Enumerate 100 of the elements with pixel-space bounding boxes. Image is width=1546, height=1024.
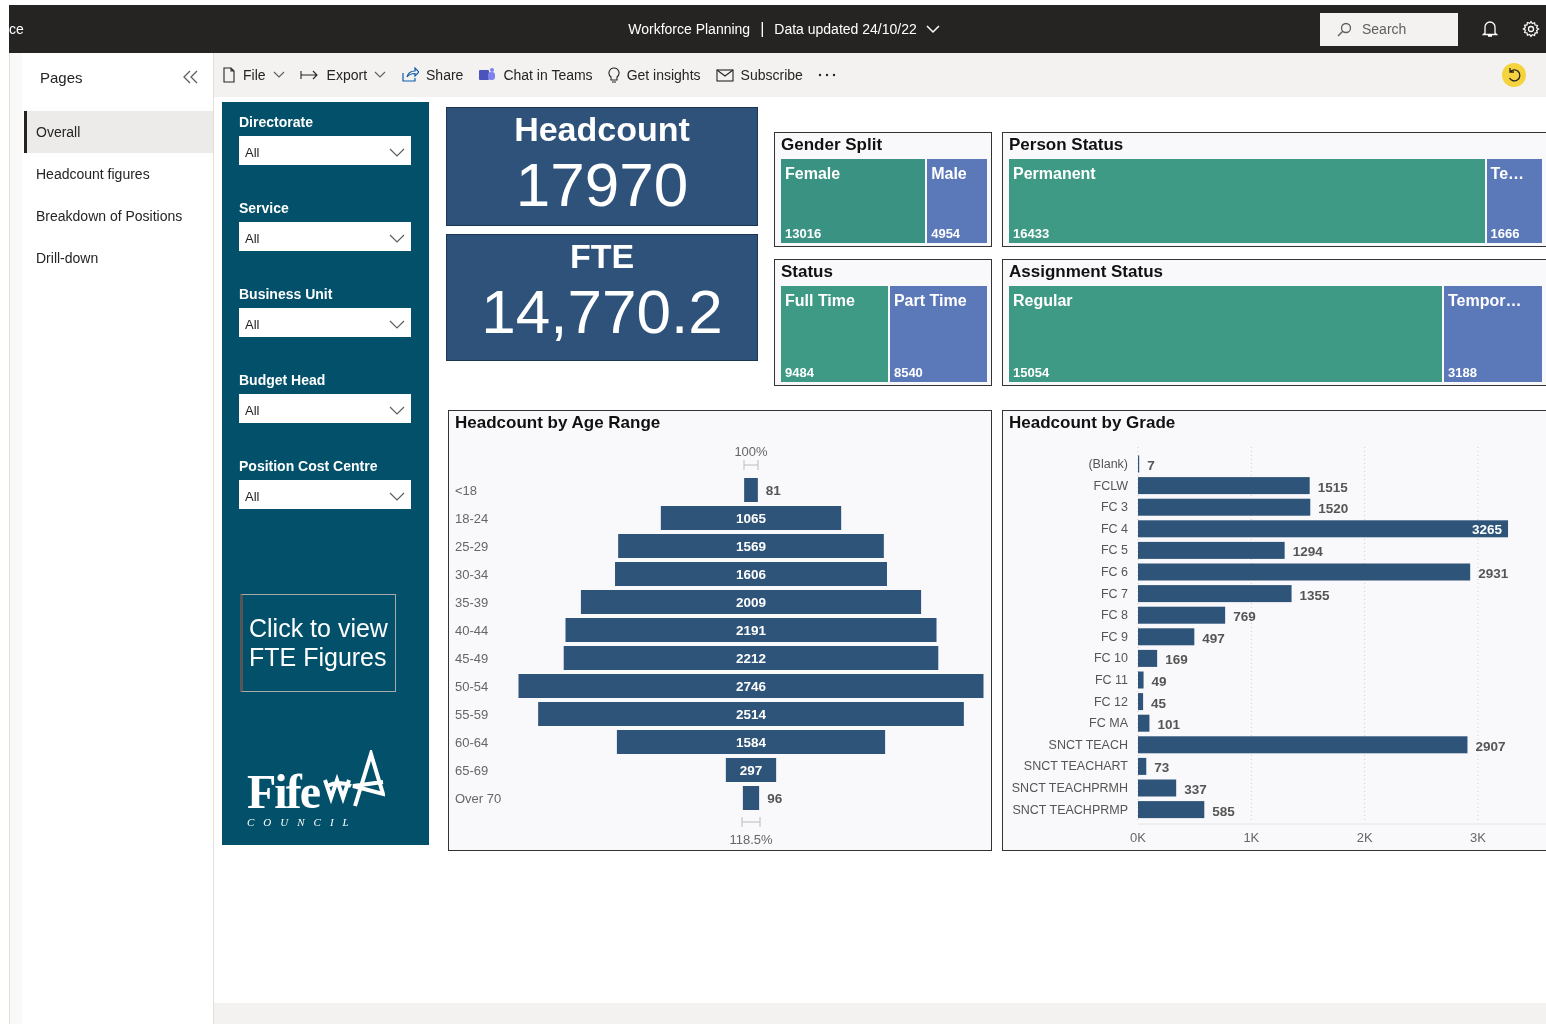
toolbar-button[interactable]: File (222, 67, 285, 83)
data-label: 1606 (736, 567, 766, 582)
data-label: 2746 (736, 679, 766, 694)
bracket-marker (741, 816, 761, 828)
axis-tick-label: 0K (1130, 830, 1146, 845)
chevron-down-icon (924, 24, 941, 34)
axis-label: 65-69 (455, 763, 489, 778)
data-label: 337 (1184, 782, 1207, 797)
page-item[interactable]: Drill-down (24, 237, 213, 279)
axis-label: FC 7 (1100, 586, 1128, 601)
funnel-bar[interactable] (725, 758, 777, 782)
panel-title: Person Status (1009, 135, 1125, 156)
data-label: 169 (1165, 652, 1188, 668)
funnel-bar[interactable] (660, 506, 842, 530)
axis-label: 45-49 (455, 651, 489, 666)
filter-dropdown[interactable]: All (239, 136, 411, 165)
axis-label: <18 (455, 483, 478, 498)
bar[interactable] (1138, 649, 1158, 667)
funnel-bar[interactable] (618, 534, 884, 558)
data-updated-dropdown[interactable]: Data updated 24/10/22 (774, 21, 941, 37)
data-label: 96 (767, 791, 783, 806)
axis-label: FC 8 (1100, 608, 1128, 623)
treemap-tile[interactable]: Te… 1666 (1486, 159, 1542, 243)
chevron-down-icon (389, 405, 405, 416)
data-label: 1294 (1292, 544, 1323, 560)
bar[interactable] (1138, 520, 1509, 538)
kpi-label: FTE (569, 237, 635, 276)
report-title: Workforce Planning (628, 21, 751, 37)
bar[interactable] (1138, 801, 1205, 819)
settings-icon[interactable] (1522, 20, 1540, 38)
search-icon (1336, 21, 1352, 38)
toolbar-button[interactable]: Chat in Teams (478, 67, 593, 83)
bar[interactable] (1138, 736, 1468, 754)
treemap-tile[interactable]: Female 13016 (781, 159, 926, 243)
data-label: 2009 (736, 595, 766, 610)
filter-dropdown[interactable]: All (239, 480, 411, 509)
toolbar-button[interactable]: Export (299, 67, 387, 83)
chevron-down-icon (374, 71, 387, 79)
page-item[interactable]: Overall (24, 111, 213, 153)
axis-label: 18-24 (455, 511, 489, 526)
more-options-icon[interactable] (817, 73, 836, 77)
bar[interactable] (1138, 563, 1471, 581)
bar[interactable] (1138, 714, 1150, 732)
chart-title: Headcount by Grade (1008, 412, 1177, 434)
bar[interactable] (1138, 606, 1226, 624)
toolbar-button[interactable]: Subscribe (715, 67, 803, 83)
treemap-tile[interactable]: Tempor… 3188 (1444, 286, 1542, 382)
envelope-icon (715, 68, 734, 82)
view-fte-button[interactable]: Click to view FTE Figures (240, 594, 396, 692)
data-label: 585 (1212, 803, 1235, 819)
data-label: 45 (1151, 695, 1167, 711)
funnel-bar[interactable] (580, 590, 922, 614)
chart-title: Headcount by Age Range (454, 412, 662, 434)
chevron-down-icon (389, 233, 405, 244)
axis-label: SNCT TEACHART (1023, 759, 1128, 774)
toolbar-button[interactable]: Share (401, 67, 464, 83)
title-separator: | (760, 20, 765, 38)
chevron-down-icon (389, 491, 405, 502)
axis-label: FCLW (1093, 478, 1128, 493)
bell-icon[interactable] (1482, 20, 1498, 38)
filter-label: Service (239, 200, 290, 216)
panel-title: Status (781, 262, 834, 283)
data-label: 2931 (1478, 566, 1509, 581)
filter-dropdown[interactable]: All (239, 222, 411, 251)
chevron-down-icon (389, 147, 405, 158)
axis-label: FC 10 (1093, 651, 1128, 666)
axis-label: FC 11 (1094, 673, 1128, 687)
axis-label: FC 3 (1100, 500, 1128, 515)
bar[interactable] (1138, 541, 1285, 559)
treemap-tile[interactable]: Male 4954 (927, 159, 987, 243)
axis-label: SNCT TEACHPRMH (1011, 781, 1128, 795)
filter-dropdown[interactable]: All (239, 308, 411, 337)
reset-icon[interactable] (1502, 63, 1526, 87)
page-item[interactable]: Breakdown of Positions (24, 195, 213, 237)
bar[interactable] (1138, 498, 1311, 516)
bar[interactable] (1138, 693, 1144, 711)
funnel-bottom-label: 118.5% (729, 832, 773, 847)
filter-dropdown[interactable]: All (239, 394, 411, 423)
bar[interactable] (1138, 779, 1177, 797)
bar[interactable] (1138, 628, 1195, 646)
bar[interactable] (1138, 757, 1147, 775)
search-field[interactable]: Search (1320, 12, 1458, 46)
funnel-bar[interactable] (616, 730, 886, 754)
axis-label: FC 4 (1100, 521, 1128, 536)
bar[interactable] (1138, 477, 1310, 495)
funnel-bar[interactable] (742, 786, 760, 810)
data-label: 1515 (1317, 479, 1348, 495)
bar[interactable] (1138, 671, 1144, 689)
data-label: 2191 (736, 623, 766, 638)
page-item[interactable]: Headcount figures (24, 153, 213, 195)
axis-label: SNCT TEACHPRMP (1012, 802, 1128, 817)
toolbar-button[interactable]: Get insights (607, 66, 701, 84)
axis-label: FC 12 (1093, 694, 1128, 709)
axis-label: 55-59 (455, 707, 489, 722)
treemap-tile[interactable]: Part Time 8540 (889, 286, 987, 382)
funnel-bar[interactable] (615, 562, 887, 586)
data-label: 2514 (736, 707, 766, 722)
funnel-bar[interactable] (563, 646, 939, 670)
bar[interactable] (1138, 585, 1292, 603)
pages-title: Pages (40, 68, 83, 86)
